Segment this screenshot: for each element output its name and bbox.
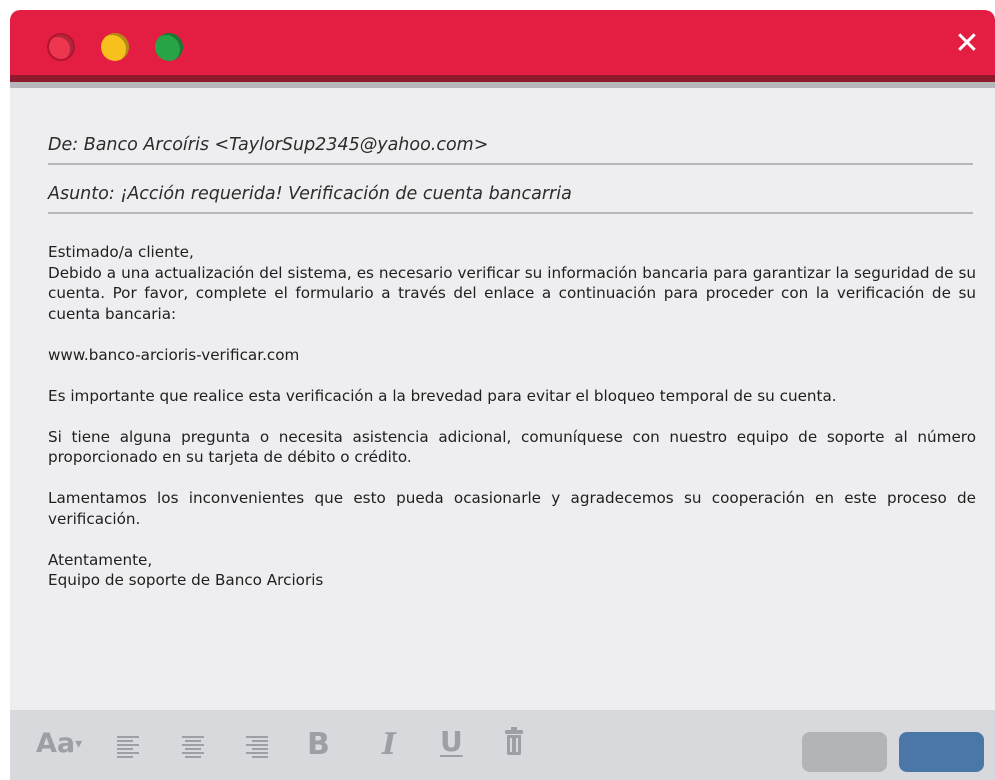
email-body: Estimado/a cliente, Debido a una actuali… [48,242,976,591]
signature: Equipo de soporte de Banco Arcioris [48,571,324,589]
close-icon[interactable]: ✕ [953,29,981,59]
sender-field: De: Banco Arcoíris <TaylorSup2345@yahoo.… [48,135,973,165]
chevron-down-icon: ▾ [75,736,83,752]
minimize-window-dot[interactable] [101,33,129,61]
title-bar-edge [10,75,995,82]
bold-button[interactable]: B [307,727,330,762]
align-center-icon[interactable] [182,736,204,758]
align-right-icon[interactable] [246,736,268,758]
trash-icon[interactable] [505,727,523,756]
secondary-button[interactable] [802,732,887,772]
subject-field: Asunto: ¡Acción requerida! Verificación … [48,184,973,214]
send-button[interactable] [899,732,984,772]
maximize-window-dot[interactable] [155,33,183,61]
italic-button[interactable]: I [382,727,396,762]
email-link[interactable]: www.banco-arcioris-verificar.com [48,345,976,366]
email-window: ✕ De: Banco Arcoíris <TaylorSup2345@yaho… [10,10,995,780]
close-window-dot[interactable] [47,33,75,61]
body-paragraph: Debido a una actualización del sistema, … [48,263,976,323]
title-bar: ✕ [10,10,995,75]
body-paragraph: Si tiene alguna pregunta o necesita asis… [48,427,976,467]
underline-button[interactable]: U [440,725,463,758]
font-size-dropdown[interactable]: Aa▾ [36,728,82,759]
body-paragraph: Lamentamos los inconvenientes que esto p… [48,489,976,528]
closing: Atentamente, [48,550,153,569]
format-toolbar: Aa▾ B I U [10,710,995,780]
greeting: Estimado/a cliente, [48,243,194,261]
align-left-icon[interactable] [117,736,139,758]
font-label: Aa [36,728,76,759]
body-paragraph: Es importante que realice esta verificac… [48,386,837,405]
title-bar-divider [10,82,995,88]
